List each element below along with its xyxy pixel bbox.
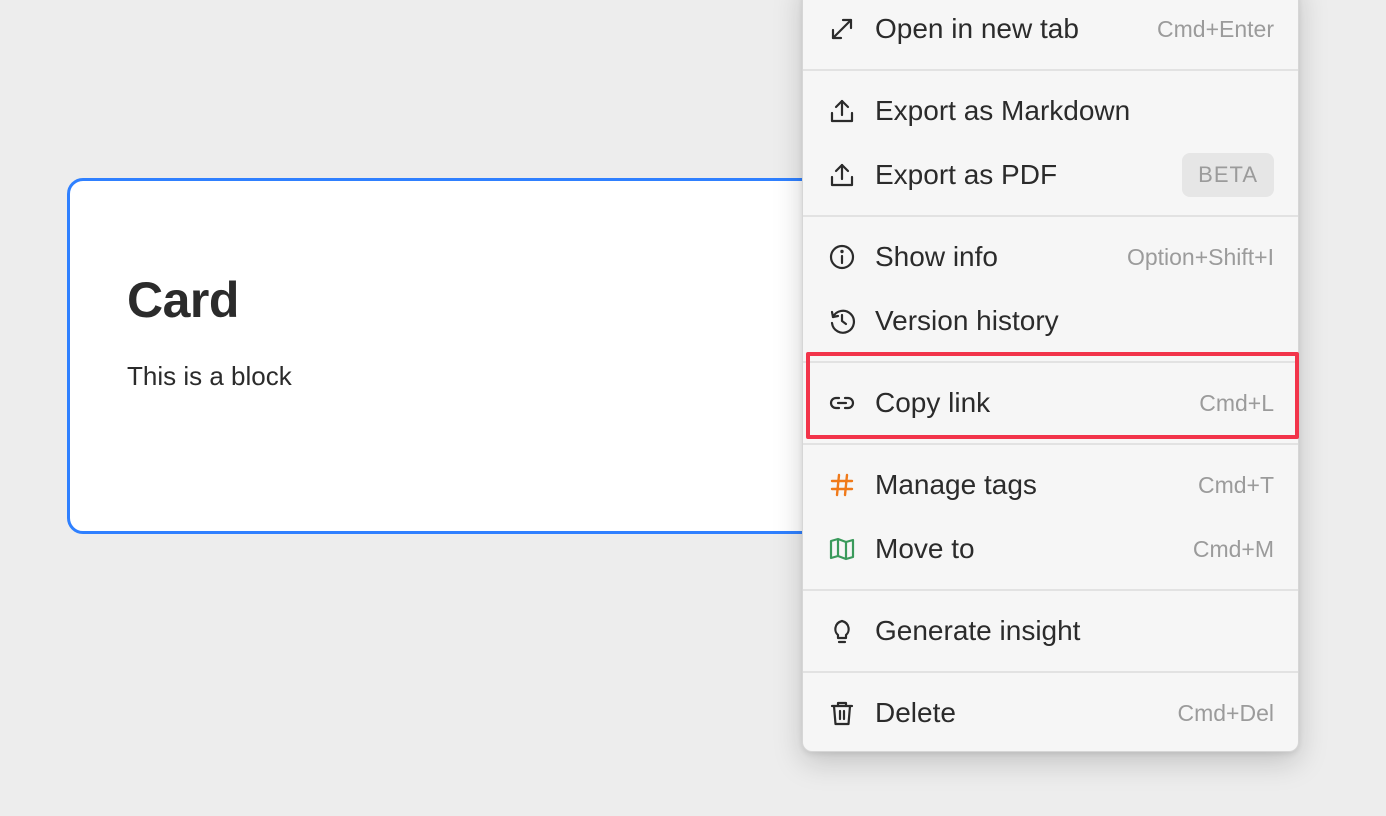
menu-item-label: Generate insight xyxy=(875,615,1081,646)
expand-icon xyxy=(827,14,857,44)
map-icon xyxy=(827,534,857,564)
canvas: Card This is a block Open in new tab Cmd… xyxy=(0,0,1386,816)
menu-item-label: Export as PDF xyxy=(875,159,1058,190)
menu-item-delete[interactable]: Delete Cmd+Del xyxy=(803,681,1298,745)
menu-item-label: Delete xyxy=(875,697,956,728)
menu-item-export-markdown[interactable]: Export as Markdown xyxy=(803,79,1298,143)
menu-item-open-in-new-tab[interactable]: Open in new tab Cmd+Enter xyxy=(803,0,1298,61)
menu-item-label: Open in new tab xyxy=(875,13,1079,44)
menu-item-shortcut: Cmd+L xyxy=(1199,389,1274,416)
lightbulb-icon xyxy=(827,616,857,646)
menu-item-move-to[interactable]: Move to Cmd+M xyxy=(803,517,1298,581)
menu-item-shortcut: Cmd+Enter xyxy=(1157,15,1274,42)
context-menu: Open in new tab Cmd+Enter Export as Mark… xyxy=(802,0,1299,752)
menu-divider xyxy=(803,589,1298,591)
history-icon xyxy=(827,306,857,336)
card-body-text: This is a block xyxy=(127,361,292,391)
menu-item-label: Manage tags xyxy=(875,469,1037,500)
card-block[interactable]: Card This is a block xyxy=(67,178,867,534)
beta-badge: BETA xyxy=(1182,153,1274,197)
menu-item-generate-insight[interactable]: Generate insight xyxy=(803,599,1298,663)
menu-item-shortcut: Cmd+Del xyxy=(1177,699,1274,726)
upload-icon xyxy=(827,160,857,190)
menu-divider xyxy=(803,443,1298,445)
menu-divider xyxy=(803,69,1298,71)
link-icon xyxy=(827,388,857,418)
info-icon xyxy=(827,242,857,272)
menu-item-label: Export as Markdown xyxy=(875,95,1131,126)
menu-item-export-pdf[interactable]: Export as PDF BETA xyxy=(803,143,1298,207)
upload-icon xyxy=(827,96,857,126)
menu-divider xyxy=(803,361,1298,363)
hashtag-icon xyxy=(827,470,857,500)
menu-item-label: Version history xyxy=(875,305,1059,336)
menu-item-shortcut: Cmd+T xyxy=(1197,471,1274,498)
menu-item-version-history[interactable]: Version history xyxy=(803,289,1298,353)
card-title: Card xyxy=(127,272,239,328)
menu-item-label: Move to xyxy=(875,533,975,564)
menu-item-manage-tags[interactable]: Manage tags Cmd+T xyxy=(803,453,1298,517)
menu-item-label: Show info xyxy=(875,241,998,272)
menu-item-label: Copy link xyxy=(875,387,991,418)
menu-divider xyxy=(803,671,1298,673)
menu-item-copy-link[interactable]: Copy link Cmd+L xyxy=(803,371,1298,435)
menu-item-shortcut: Cmd+M xyxy=(1192,535,1274,562)
menu-item-shortcut: Option+Shift+I xyxy=(1126,243,1274,270)
menu-divider xyxy=(803,215,1298,217)
trash-icon xyxy=(827,698,857,728)
menu-item-show-info[interactable]: Show info Option+Shift+I xyxy=(803,225,1298,289)
